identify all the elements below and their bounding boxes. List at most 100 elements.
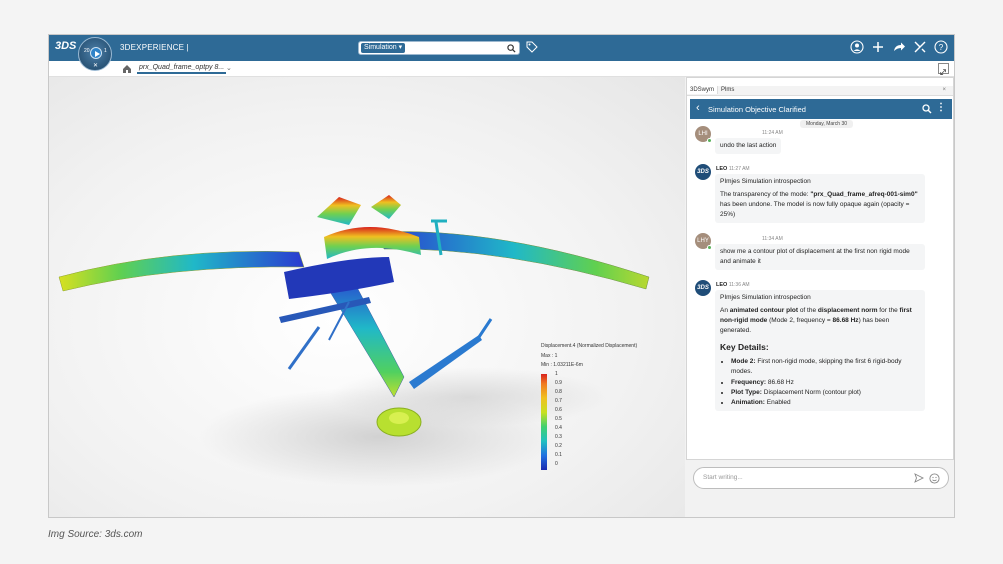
send-icon[interactable]: [914, 473, 924, 483]
quad-frame-model[interactable]: [49, 77, 685, 518]
panel-tabs: 3DSwym Plms ×: [687, 86, 953, 96]
legend-ticks: 1 0.9 0.8 0.7 0.6 0.5 0.4 0.3 0.2 0.1 0: [555, 370, 562, 469]
composer-placeholder[interactable]: Start writing...: [703, 474, 743, 481]
detail-value: First non-rigid mode, skipping the first…: [731, 358, 902, 376]
compass-bottom-icon: ✕: [93, 63, 99, 69]
list-item: Plot Type: Displacement Norm (contour pl…: [731, 388, 920, 398]
tab-plms[interactable]: Plms: [718, 86, 737, 94]
message-fragment: The transparency of the mode:: [720, 191, 811, 199]
legend-tick: 0.4: [555, 425, 562, 431]
message-fragment: (Mode 2, frequency =: [767, 317, 833, 325]
platform-brand: 3DEXPERIENCE |: [120, 43, 189, 52]
svg-text:?: ?: [939, 43, 944, 52]
tools-icon[interactable]: [913, 40, 927, 54]
chat-title: Simulation Objective Clarified: [708, 105, 806, 114]
message-time: 11:27 AM: [728, 166, 750, 172]
detail-label: Animation:: [731, 398, 765, 406]
search-icon[interactable]: [922, 104, 932, 114]
message-bubble: PImjes Simulation introspection The tran…: [715, 174, 925, 224]
model-name: "prx_Quad_frame_afreq-001-sim0": [810, 191, 918, 199]
legend-tick: 0.5: [555, 416, 562, 422]
leo-avatar[interactable]: 3DS: [695, 280, 711, 296]
message-emphasis: animated contour plot: [729, 307, 799, 315]
legend-max: Max : 1: [541, 353, 558, 359]
message-time: 11:24 AM: [762, 130, 783, 136]
3ds-logo[interactable]: 3DS: [55, 40, 76, 52]
message-list[interactable]: Monday, March 30 LHI 11:24 AM undo the l…: [690, 120, 952, 420]
play-icon[interactable]: [90, 47, 102, 59]
chat-header: ‹ Simulation Objective Clarified ⋮: [690, 99, 952, 119]
tab-bar: prx_Quad_frame_optpy 8... ⌄: [49, 61, 954, 77]
message-emphasis: displacement norm: [817, 307, 878, 315]
leo-avatar[interactable]: 3DS: [695, 164, 711, 180]
compass-label-right: 1: [104, 48, 107, 54]
message-text: An animated contour plot of the displace…: [720, 306, 920, 336]
online-status-icon: [707, 138, 712, 143]
tag-icon[interactable]: [526, 41, 538, 53]
detail-label: Frequency:: [731, 378, 767, 386]
message-composer[interactable]: Start writing...: [693, 467, 949, 489]
chevron-down-icon[interactable]: ⌄: [226, 64, 232, 72]
compass-widget[interactable]: 20 1 ✕: [78, 37, 112, 71]
app-window: 3DS 20 1 ✕ 3DEXPERIENCE | Simulation ▾ ?…: [48, 34, 955, 518]
legend-tick: 0.3: [555, 434, 562, 440]
contour-legend[interactable]: Displacement.4 (Normalized Displacement)…: [541, 343, 638, 470]
legend-min: Min : 1.03211E-6m: [541, 362, 583, 368]
message-bubble: undo the last action: [715, 138, 782, 155]
legend-tick: 0: [555, 461, 558, 467]
close-icon[interactable]: ×: [939, 86, 949, 94]
help-icon[interactable]: ?: [934, 40, 948, 54]
detail-label: Plot Type:: [731, 388, 762, 396]
message-time: 11:36 AM: [728, 282, 750, 288]
message-time: 11:34 AM: [762, 236, 783, 242]
search-input[interactable]: Simulation ▾: [358, 41, 520, 55]
legend-tick: 0.6: [555, 407, 562, 413]
add-icon[interactable]: [871, 40, 885, 54]
avatar[interactable]: LHI: [695, 126, 712, 143]
user-profile-icon[interactable]: [850, 40, 864, 54]
message-sender: LEO 11:27 AM: [716, 166, 750, 172]
avatar-initials: LHY: [697, 238, 709, 244]
legend-tick: 0.9: [555, 380, 562, 386]
top-bar: 3DS 20 1 ✕ 3DEXPERIENCE | Simulation ▾ ?: [49, 35, 954, 71]
back-arrow-icon[interactable]: ‹: [696, 102, 700, 114]
avatar[interactable]: LHY: [695, 233, 712, 250]
message-bubble: PImjes Simulation introspection An anima…: [715, 290, 925, 411]
legend-tick: 0.2: [555, 443, 562, 449]
search-scope-dropdown[interactable]: Simulation ▾: [361, 43, 406, 53]
emoji-icon[interactable]: [929, 473, 940, 484]
tab-document[interactable]: prx_Quad_frame_optpy 8...: [137, 64, 227, 74]
legend-tick: 0.7: [555, 398, 562, 404]
legend-tick: 0.8: [555, 389, 562, 395]
message-fragment: An: [720, 307, 730, 315]
legend-tick: 0.1: [555, 452, 562, 458]
tab-3dswym[interactable]: 3DSwym: [687, 86, 719, 94]
legend-title: Displacement.4 (Normalized Displacement): [541, 343, 638, 349]
message-source: PImjes Simulation introspection: [720, 178, 811, 185]
message-source: PImjes Simulation introspection: [720, 294, 811, 301]
image-source-caption: Img Source: 3ds.com: [48, 529, 143, 540]
detail-label: Mode 2:: [731, 358, 756, 366]
chat-panel: 3DSwym Plms × ‹ Simulation Objective Clar…: [686, 77, 954, 489]
avatar-initials: LHI: [698, 131, 708, 137]
detail-value: Enabled: [764, 398, 791, 406]
message-fragment: for the: [877, 307, 900, 315]
message-emphasis: 86.68 Hz: [832, 317, 859, 325]
message-fragment: of the: [798, 307, 818, 315]
list-item: Frequency: 86.68 Hz: [731, 378, 920, 388]
search-icon[interactable]: [507, 44, 516, 53]
share-icon[interactable]: [892, 40, 906, 54]
online-status-icon: [707, 245, 712, 250]
sender-name: LEO: [716, 282, 728, 288]
list-item: Animation: Enabled: [731, 398, 920, 408]
key-details-heading: Key Details:: [720, 342, 769, 353]
expand-icon[interactable]: [938, 63, 949, 75]
date-separator: Monday, March 30: [800, 120, 854, 128]
message-bubble: show me a contour plot of displacement a…: [715, 244, 925, 271]
message-sender: LEO 11:36 AM: [716, 282, 750, 288]
compass-label-left: 20: [84, 48, 90, 54]
3d-viewport[interactable]: Displacement.4 (Normalized Displacement)…: [49, 77, 685, 518]
more-options-icon[interactable]: ⋮: [936, 102, 946, 114]
sender-name: LEO: [716, 166, 728, 172]
home-icon[interactable]: [122, 64, 132, 74]
